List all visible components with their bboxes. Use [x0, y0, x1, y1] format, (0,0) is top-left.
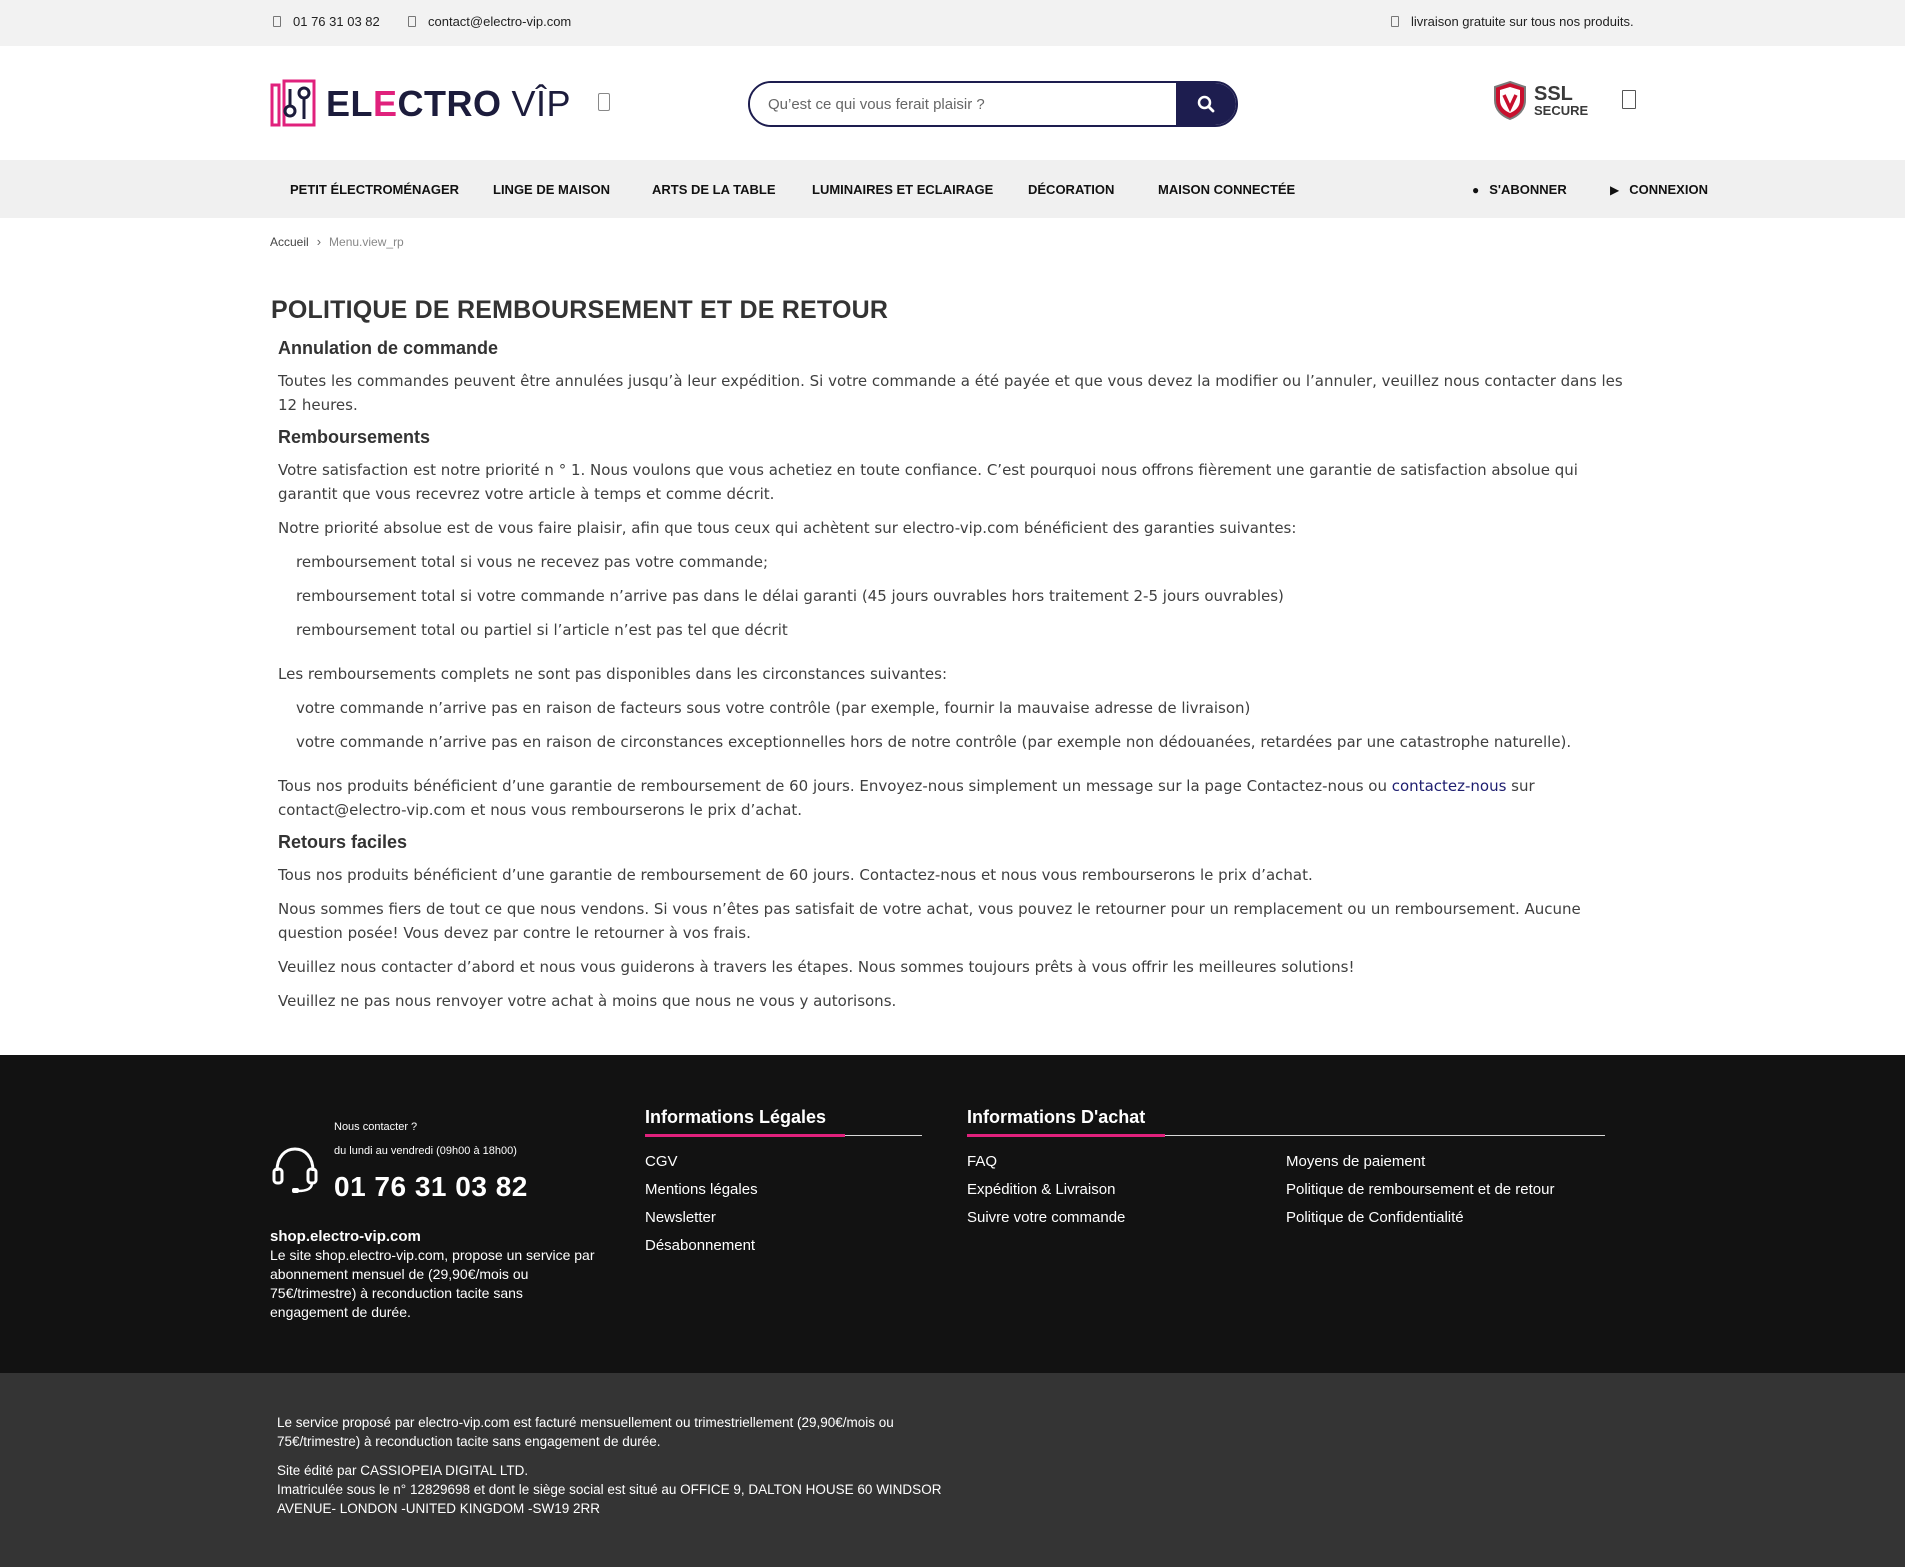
footer-link-newsletter[interactable]: Newsletter — [645, 1204, 922, 1232]
top-bar: 01 76 31 03 82 contact@electro-vip.com l… — [0, 0, 1905, 46]
site-header: ELECTROVÎP SSL SECURE — [0, 46, 1905, 160]
topbar-email-text: contact@electro-vip.com — [428, 14, 572, 29]
footer-bottom: Le service proposé par electro-vip.com e… — [0, 1373, 1905, 1567]
site-footer: Nous contacter ? du lundi au vendredi (0… — [0, 1055, 1905, 1373]
nav-item-petit-electromenager[interactable]: PETIT ÉLECTROMÉNAGER — [290, 182, 459, 197]
nav-item-luminaires[interactable]: LUMINAIRES ET ECLAIRAGE — [812, 182, 993, 197]
list-item: votre commande n’arrive pas en raison de… — [296, 733, 1572, 751]
site-logo[interactable]: ELECTRO VÎP — [270, 79, 571, 129]
list-item: remboursement total si vous ne recevez p… — [296, 553, 769, 571]
shield-icon — [1494, 80, 1526, 120]
mail-icon — [408, 16, 416, 27]
ssl-badge: SSL SECURE — [1492, 80, 1588, 120]
nav-item-decoration[interactable]: DÉCORATION — [1028, 182, 1114, 197]
footer-contact-label: Nous contacter ? — [334, 1121, 418, 1133]
paragraph-ret-1: Tous nos produits bénéficient d’une gara… — [278, 866, 1313, 884]
paragraph-ret-4: Veuillez ne pas nous renvoyer votre acha… — [278, 992, 897, 1010]
search-bar — [748, 81, 1238, 127]
footer-legal-title: Informations Légales — [645, 1107, 827, 1127]
heading-annulation: Annulation de commande — [278, 338, 499, 358]
footer-site: shop.electro-vip.com — [270, 1228, 421, 1245]
breadcrumb-home[interactable]: Accueil — [270, 235, 309, 249]
footer-link-cgv[interactable]: CGV — [645, 1148, 922, 1176]
footer-link-confidentialite[interactable]: Politique de Confidentialité — [1286, 1204, 1554, 1232]
paragraph-remb-3: Les remboursements complets ne sont pas … — [278, 665, 948, 683]
breadcrumb: Accueil › Menu.view_rp — [270, 234, 404, 249]
footer-link-suivre[interactable]: Suivre votre commande — [967, 1204, 1286, 1232]
cart-icon[interactable] — [1622, 90, 1636, 109]
phone-icon — [273, 16, 281, 27]
footer-link-remboursement[interactable]: Politique de remboursement et de retour — [1286, 1176, 1554, 1204]
paragraph-remb-4: Tous nos produits bénéficient d’une gara… — [278, 777, 1535, 819]
paragraph-ret-3: Veuillez nous contacter d’abord et nous … — [278, 958, 1355, 976]
footer-bottom-billing: Le service proposé par electro-vip.com e… — [277, 1415, 894, 1449]
subscribe-label: S'ABONNER — [1489, 182, 1567, 197]
policy-content: Annulation de commande Toutes les comman… — [278, 338, 1638, 1023]
page-title: POLITIQUE DE REMBOURSEMENT ET DE RETOUR — [271, 296, 889, 324]
footer-link-paiement[interactable]: Moyens de paiement — [1286, 1148, 1554, 1176]
breadcrumb-current: Menu.view_rp — [329, 234, 404, 249]
heading-retours: Retours faciles — [278, 832, 408, 852]
footer-link-faq[interactable]: FAQ — [967, 1148, 1286, 1176]
user-icon: ● — [1472, 182, 1480, 197]
topbar-phone[interactable]: 01 76 31 03 82 — [273, 14, 380, 29]
login-link[interactable]: ▶ CONNEXION — [1610, 182, 1708, 197]
logo-text: ELECTRO VÎP — [326, 83, 572, 124]
nav-item-maison-connectee[interactable]: MAISON CONNECTÉE — [1158, 182, 1295, 197]
footer-link-desabonnement[interactable]: Désabonnement — [645, 1232, 922, 1260]
footer-link-mentions[interactable]: Mentions légales — [645, 1176, 922, 1204]
list-item: votre commande n’arrive pas en raison de… — [296, 699, 1251, 717]
paragraph-annulation: Toutes les commandes peuvent être annulé… — [278, 372, 1623, 414]
subscribe-link[interactable]: ● S'ABONNER — [1472, 182, 1567, 197]
footer-shop-info: shop.electro-vip.com Le site shop.electr… — [270, 1227, 595, 1322]
contact-link[interactable]: contactez-nous — [1392, 777, 1507, 795]
main-nav: PETIT ÉLECTROMÉNAGER LINGE DE MAISON ART… — [0, 160, 1905, 218]
footer-site-desc: Le site shop.electro-vip.com, propose un… — [270, 1247, 595, 1320]
ssl-text: SSL SECURE — [1534, 82, 1589, 118]
topbar-phone-text: 01 76 31 03 82 — [293, 14, 380, 29]
footer-phone[interactable]: 01 76 31 03 82 — [334, 1171, 528, 1203]
search-input[interactable] — [750, 83, 1176, 125]
footer-link-expedition[interactable]: Expédition & Livraison — [967, 1176, 1286, 1204]
logo-mark-icon — [270, 79, 316, 127]
paragraph-remb-2: Notre priorité absolue est de vous faire… — [278, 519, 1297, 537]
paragraph-remb-1: Votre satisfaction est notre priorité n … — [278, 461, 1578, 503]
footer-legal-column: Informations Légales CGV Mentions légale… — [645, 1107, 922, 1260]
headset-icon — [272, 1147, 318, 1193]
nav-item-linge-de-maison[interactable]: LINGE DE MAISON — [493, 182, 610, 197]
chevron-right-icon: › — [316, 234, 322, 249]
footer-bottom-address: Imatriculée sous le n° 12829698 et dont … — [277, 1482, 942, 1516]
footer-hours: du lundi au vendredi (09h00 à 18h00) — [334, 1145, 517, 1157]
list-item: remboursement total ou partiel si l’arti… — [296, 621, 788, 639]
topbar-shipping: livraison gratuite sur tous nos produits… — [1391, 14, 1634, 29]
truck-icon — [1391, 16, 1399, 27]
footer-purchase-column: Informations D'achat FAQ Expédition & Li… — [967, 1107, 1605, 1232]
play-icon: ▶ — [1610, 182, 1620, 197]
list-item: remboursement total si votre commande n’… — [296, 587, 1284, 605]
nav-item-arts-de-la-table[interactable]: ARTS DE LA TABLE — [652, 182, 776, 197]
footer-bottom-publisher: Site édité par CASSIOPEIA DIGITAL LTD. — [277, 1463, 529, 1478]
footer-purchase-title: Informations D'achat — [967, 1107, 1146, 1127]
mobile-icon[interactable] — [598, 93, 610, 111]
login-label: CONNEXION — [1629, 182, 1708, 197]
topbar-shipping-text: livraison gratuite sur tous nos produits… — [1411, 14, 1634, 29]
heading-remboursements: Remboursements — [278, 427, 431, 447]
search-icon — [1197, 95, 1215, 113]
topbar-email[interactable]: contact@electro-vip.com — [408, 14, 571, 29]
search-button[interactable] — [1176, 83, 1236, 125]
paragraph-ret-2: Nous sommes fiers de tout ce que nous ve… — [278, 900, 1581, 942]
